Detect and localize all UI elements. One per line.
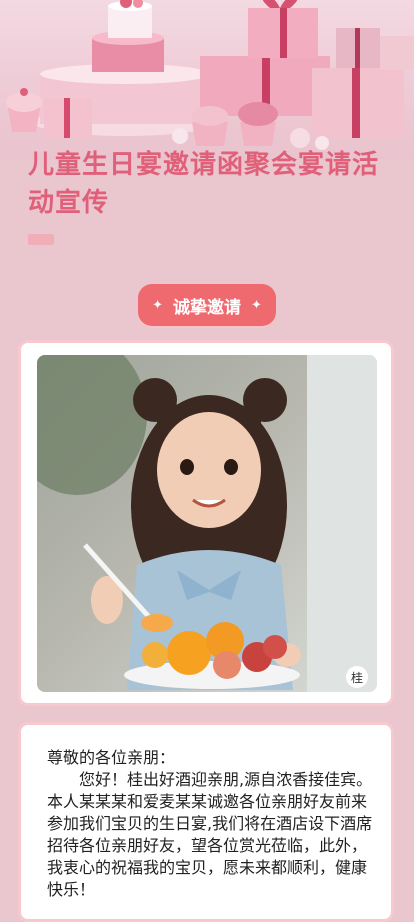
birthday-cake-gifts-illustration [6,0,414,150]
letter-card: 尊敬的各位亲朋： 您好！桂出好酒迎亲朋,源自浓香接佳宾。本人某某某和爱麦某某诚邀… [18,722,394,922]
photo-card: 桂 [18,340,394,706]
invite-button[interactable]: ✦ 诚挚邀请 ✦ [138,284,276,326]
letter-body: 您好！桂出好酒迎亲朋,源自浓香接佳宾。本人某某某和爱麦某某诚邀各位亲朋好友前来参… [47,770,373,899]
page-title: 儿童生日宴邀请函聚会宴请活动宣传 [28,150,380,218]
child-eating-fruit-illustration: 桂 [37,355,377,692]
child-photo: 桂 [37,355,377,692]
invite-button-label: 诚挚邀请 [173,297,241,318]
watermark-seal-icon: 桂 [351,670,363,685]
hero-banner [0,0,414,160]
invitation-letter: 尊敬的各位亲朋： 您好！桂出好酒迎亲朋,源自浓香接佳宾。本人某某某和爱麦某某诚邀… [47,747,373,901]
sparkle-icon: ✦ [152,297,163,313]
title-underline-accent [28,234,54,245]
letter-greeting: 尊敬的各位亲朋： [47,748,176,767]
sparkle-icon: ✦ [251,297,262,313]
